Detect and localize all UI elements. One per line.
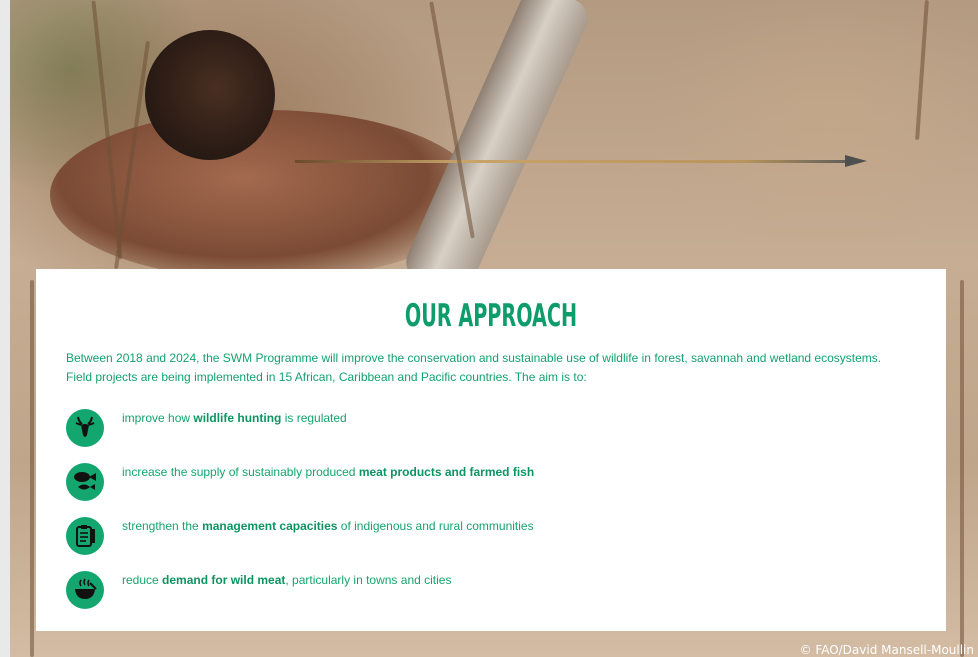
reed (30, 280, 34, 657)
goal-item-hunting: improve how wildlife hunting is regulate… (66, 397, 916, 451)
approach-card: OUR APPROACH Between 2018 and 2024, the … (36, 269, 946, 631)
goal-text: increase the supply of sustainably produ… (122, 465, 535, 479)
reed (960, 280, 964, 657)
hunter-head (145, 30, 275, 160)
goal-item-capacities: strengthen the management capacities of … (66, 505, 916, 559)
goal-text: strengthen the management capacities of … (122, 519, 534, 533)
goal-text: improve how wildlife hunting is regulate… (122, 411, 347, 425)
goals-list: improve how wildlife hunting is regulate… (66, 397, 916, 613)
reed (915, 0, 929, 140)
meat-and-fish-icon (66, 463, 104, 501)
section-title: OUR APPROACH (404, 298, 578, 334)
goal-item-demand: reduce demand for wild meat, particularl… (66, 559, 916, 613)
intro-line-2: Field projects are being implemented in … (66, 370, 587, 384)
intro-line-1: Between 2018 and 2024, the SWM Programme… (66, 351, 882, 365)
arrow-shaft (295, 160, 855, 163)
intro-text: Between 2018 and 2024, the SWM Programme… (66, 349, 916, 387)
clipboard-icon (66, 517, 104, 555)
antelope-icon (66, 409, 104, 447)
photo-credit: © FAO/David Mansell-Moullin (799, 643, 974, 657)
goal-text: reduce demand for wild meat, particularl… (122, 573, 452, 587)
goal-item-supply: increase the supply of sustainably produ… (66, 451, 916, 505)
arrow-tip (845, 155, 867, 167)
cooking-pot-icon (66, 571, 104, 609)
